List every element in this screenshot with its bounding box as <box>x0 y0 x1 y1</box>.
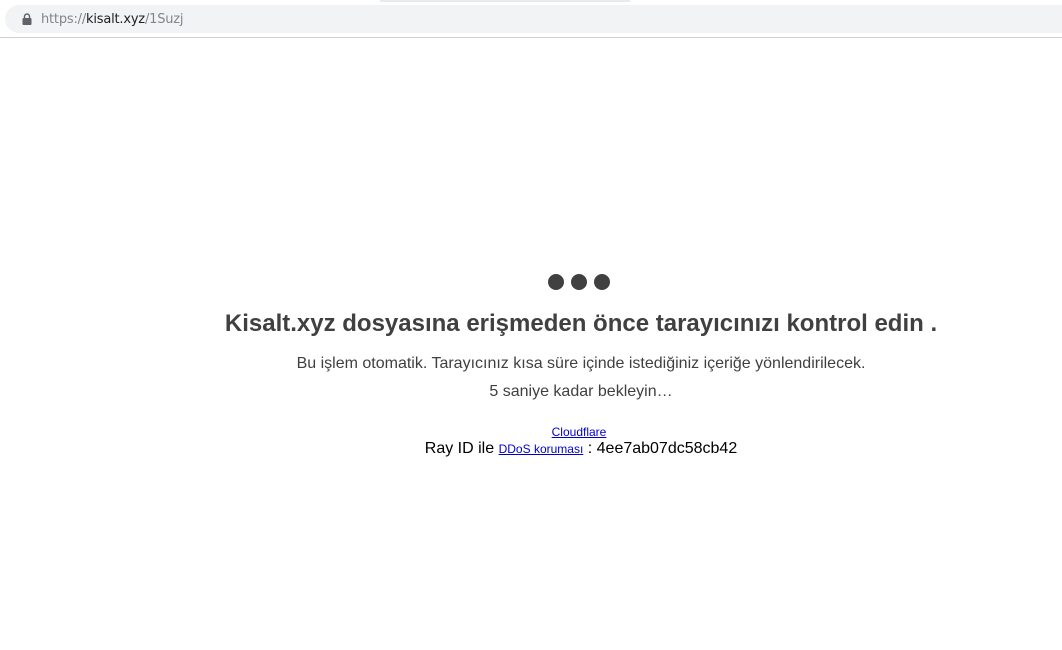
ray-id-prefix: Ray ID ile <box>424 440 495 457</box>
lock-icon[interactable] <box>17 9 37 29</box>
url-scheme: https:// <box>41 11 86 27</box>
loading-dot <box>548 274 564 290</box>
ray-id-value: : 4ee7ab07dc58cb42 <box>587 440 738 457</box>
cloudflare-link-row: Cloudflare <box>0 425 1062 439</box>
page-content: Kisalt.xyz dosyasına erişmeden önce tara… <box>0 38 1062 650</box>
url-path: /1Suzj <box>144 11 184 27</box>
url-host: kisalt.xyz <box>86 11 145 27</box>
address-bar[interactable]: https://kisalt.xyz/1Suzj <box>5 5 1062 33</box>
loading-dot <box>571 274 587 290</box>
page-title: Kisalt.xyz dosyasına erişmeden önce tara… <box>224 310 938 337</box>
wait-message: 5 saniye kadar bekleyin… <box>489 383 673 400</box>
loading-dots <box>548 274 610 290</box>
redirect-message: Bu işlem otomatik. Tarayıcınız kısa süre… <box>296 355 866 372</box>
tab-strip-edge <box>380 0 630 2</box>
browser-toolbar: https://kisalt.xyz/1Suzj <box>0 0 1062 38</box>
ray-id-row: Ray ID ile DDoS koruması : 4ee7ab07dc58c… <box>0 440 1062 458</box>
ddos-protection-link[interactable]: DDoS koruması <box>499 442 584 456</box>
url-text[interactable]: https://kisalt.xyz/1Suzj <box>41 11 184 27</box>
cloudflare-link[interactable]: Cloudflare <box>552 425 607 439</box>
loading-dot <box>594 274 610 290</box>
